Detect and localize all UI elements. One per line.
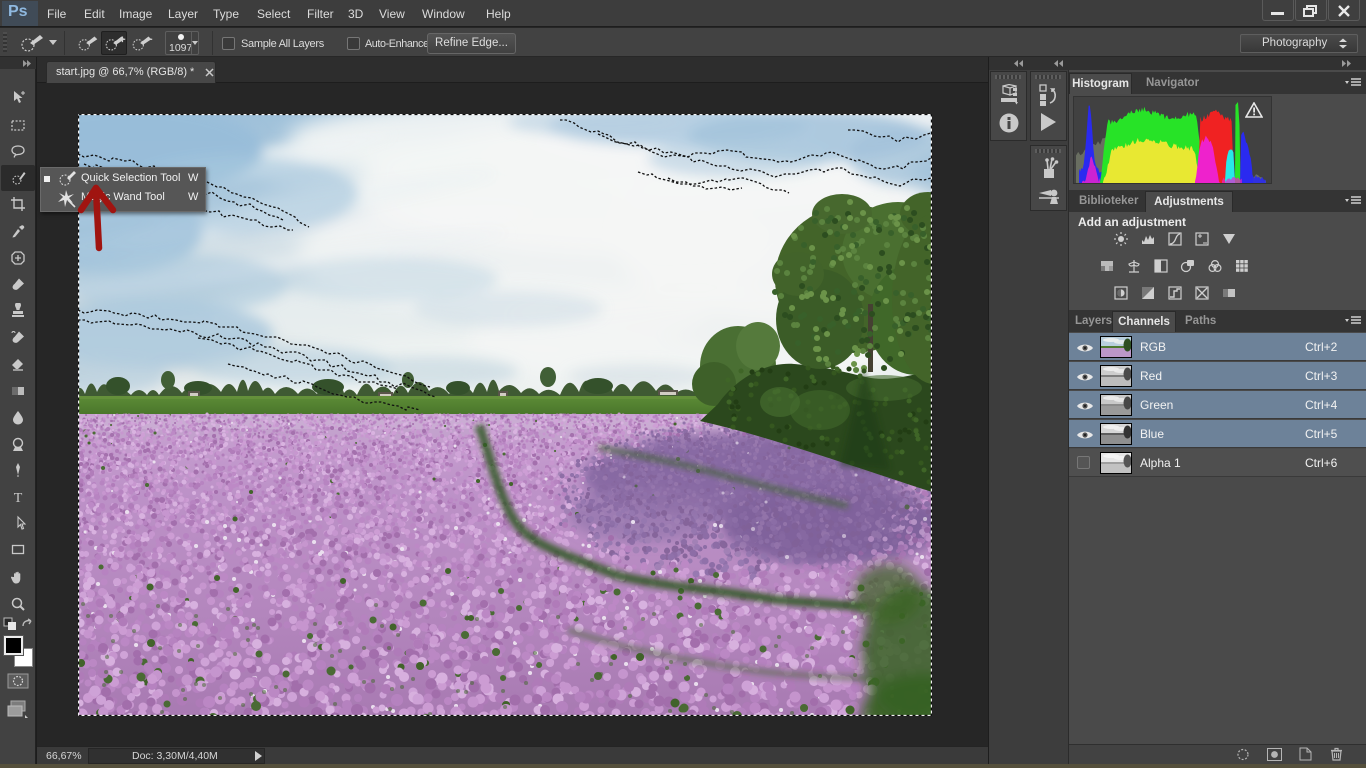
svg-text:T: T (14, 491, 23, 505)
